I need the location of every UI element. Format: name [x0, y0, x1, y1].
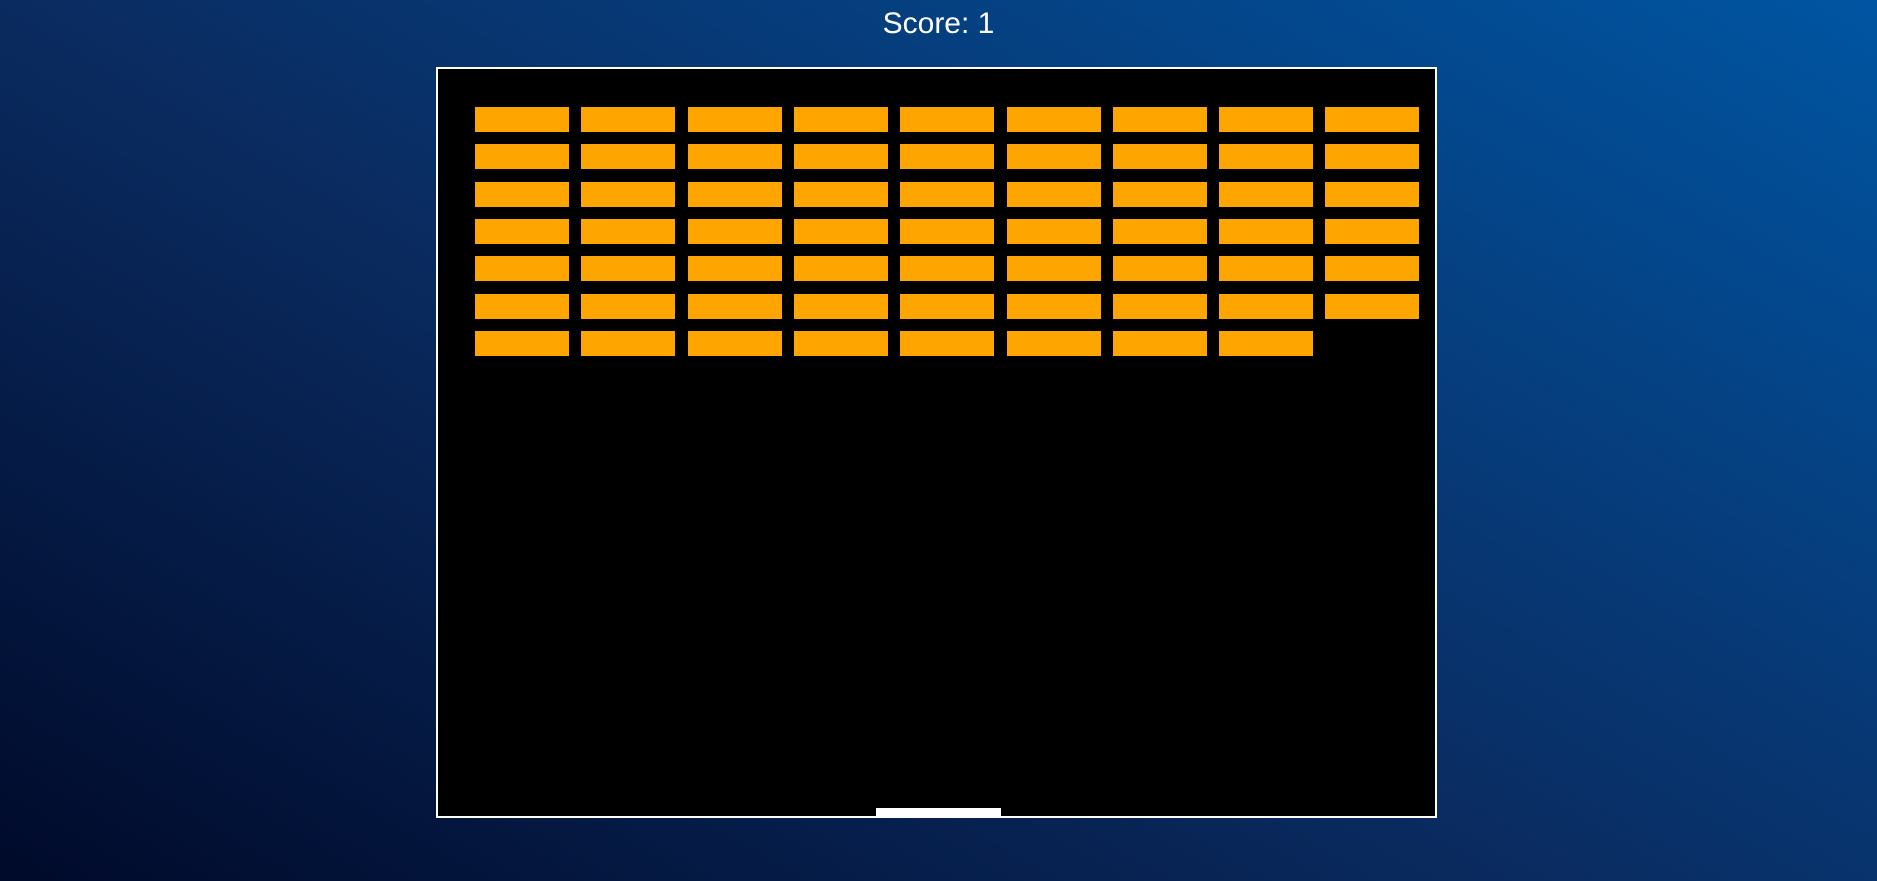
brick: [1113, 219, 1207, 244]
brick: [1219, 182, 1313, 207]
brick: [1007, 331, 1101, 356]
brick: [1325, 182, 1419, 207]
brick: [900, 107, 994, 132]
brick: [794, 144, 888, 169]
brick: [1113, 182, 1207, 207]
brick: [1007, 219, 1101, 244]
brick: [581, 256, 675, 281]
score-display: Score: 1: [882, 7, 995, 40]
brick: [1325, 144, 1419, 169]
brick: [688, 107, 782, 132]
brick: [1113, 107, 1207, 132]
brick: [688, 144, 782, 169]
brick: [794, 294, 888, 319]
brick: [1007, 182, 1101, 207]
brick: [688, 331, 782, 356]
brick: [900, 256, 994, 281]
brick: [475, 219, 569, 244]
brick: [688, 294, 782, 319]
brick: [1325, 256, 1419, 281]
brick: [581, 144, 675, 169]
brick: [1007, 107, 1101, 132]
brick: [688, 219, 782, 244]
brick: [475, 294, 569, 319]
brick: [794, 219, 888, 244]
brick: [581, 107, 675, 132]
brick: [1113, 144, 1207, 169]
brick: [794, 256, 888, 281]
brick: [581, 294, 675, 319]
brick: [1113, 294, 1207, 319]
brick: [1113, 331, 1207, 356]
brick: [794, 107, 888, 132]
paddle[interactable]: [876, 808, 1001, 816]
brick: [688, 182, 782, 207]
brick: [475, 107, 569, 132]
brick: [1219, 256, 1313, 281]
brick: [1219, 294, 1313, 319]
brick: [900, 144, 994, 169]
brick: [475, 182, 569, 207]
brick: [1007, 144, 1101, 169]
brick: [1325, 107, 1419, 132]
brick: [900, 219, 994, 244]
brick: [581, 182, 675, 207]
brick: [475, 256, 569, 281]
brick: [475, 144, 569, 169]
brick: [688, 256, 782, 281]
brick: [794, 182, 888, 207]
brick: [1325, 219, 1419, 244]
brick: [1007, 256, 1101, 281]
brick: [581, 331, 675, 356]
brick: [1219, 219, 1313, 244]
brick: [1219, 107, 1313, 132]
game-canvas[interactable]: [436, 67, 1437, 818]
brick: [1219, 144, 1313, 169]
brick: [581, 219, 675, 244]
brick: [794, 331, 888, 356]
brick: [475, 331, 569, 356]
brick: [1325, 294, 1419, 319]
brick: [1219, 331, 1313, 356]
brick: [900, 331, 994, 356]
brick: [900, 182, 994, 207]
brick: [1007, 294, 1101, 319]
brick: [900, 294, 994, 319]
brick: [1113, 256, 1207, 281]
